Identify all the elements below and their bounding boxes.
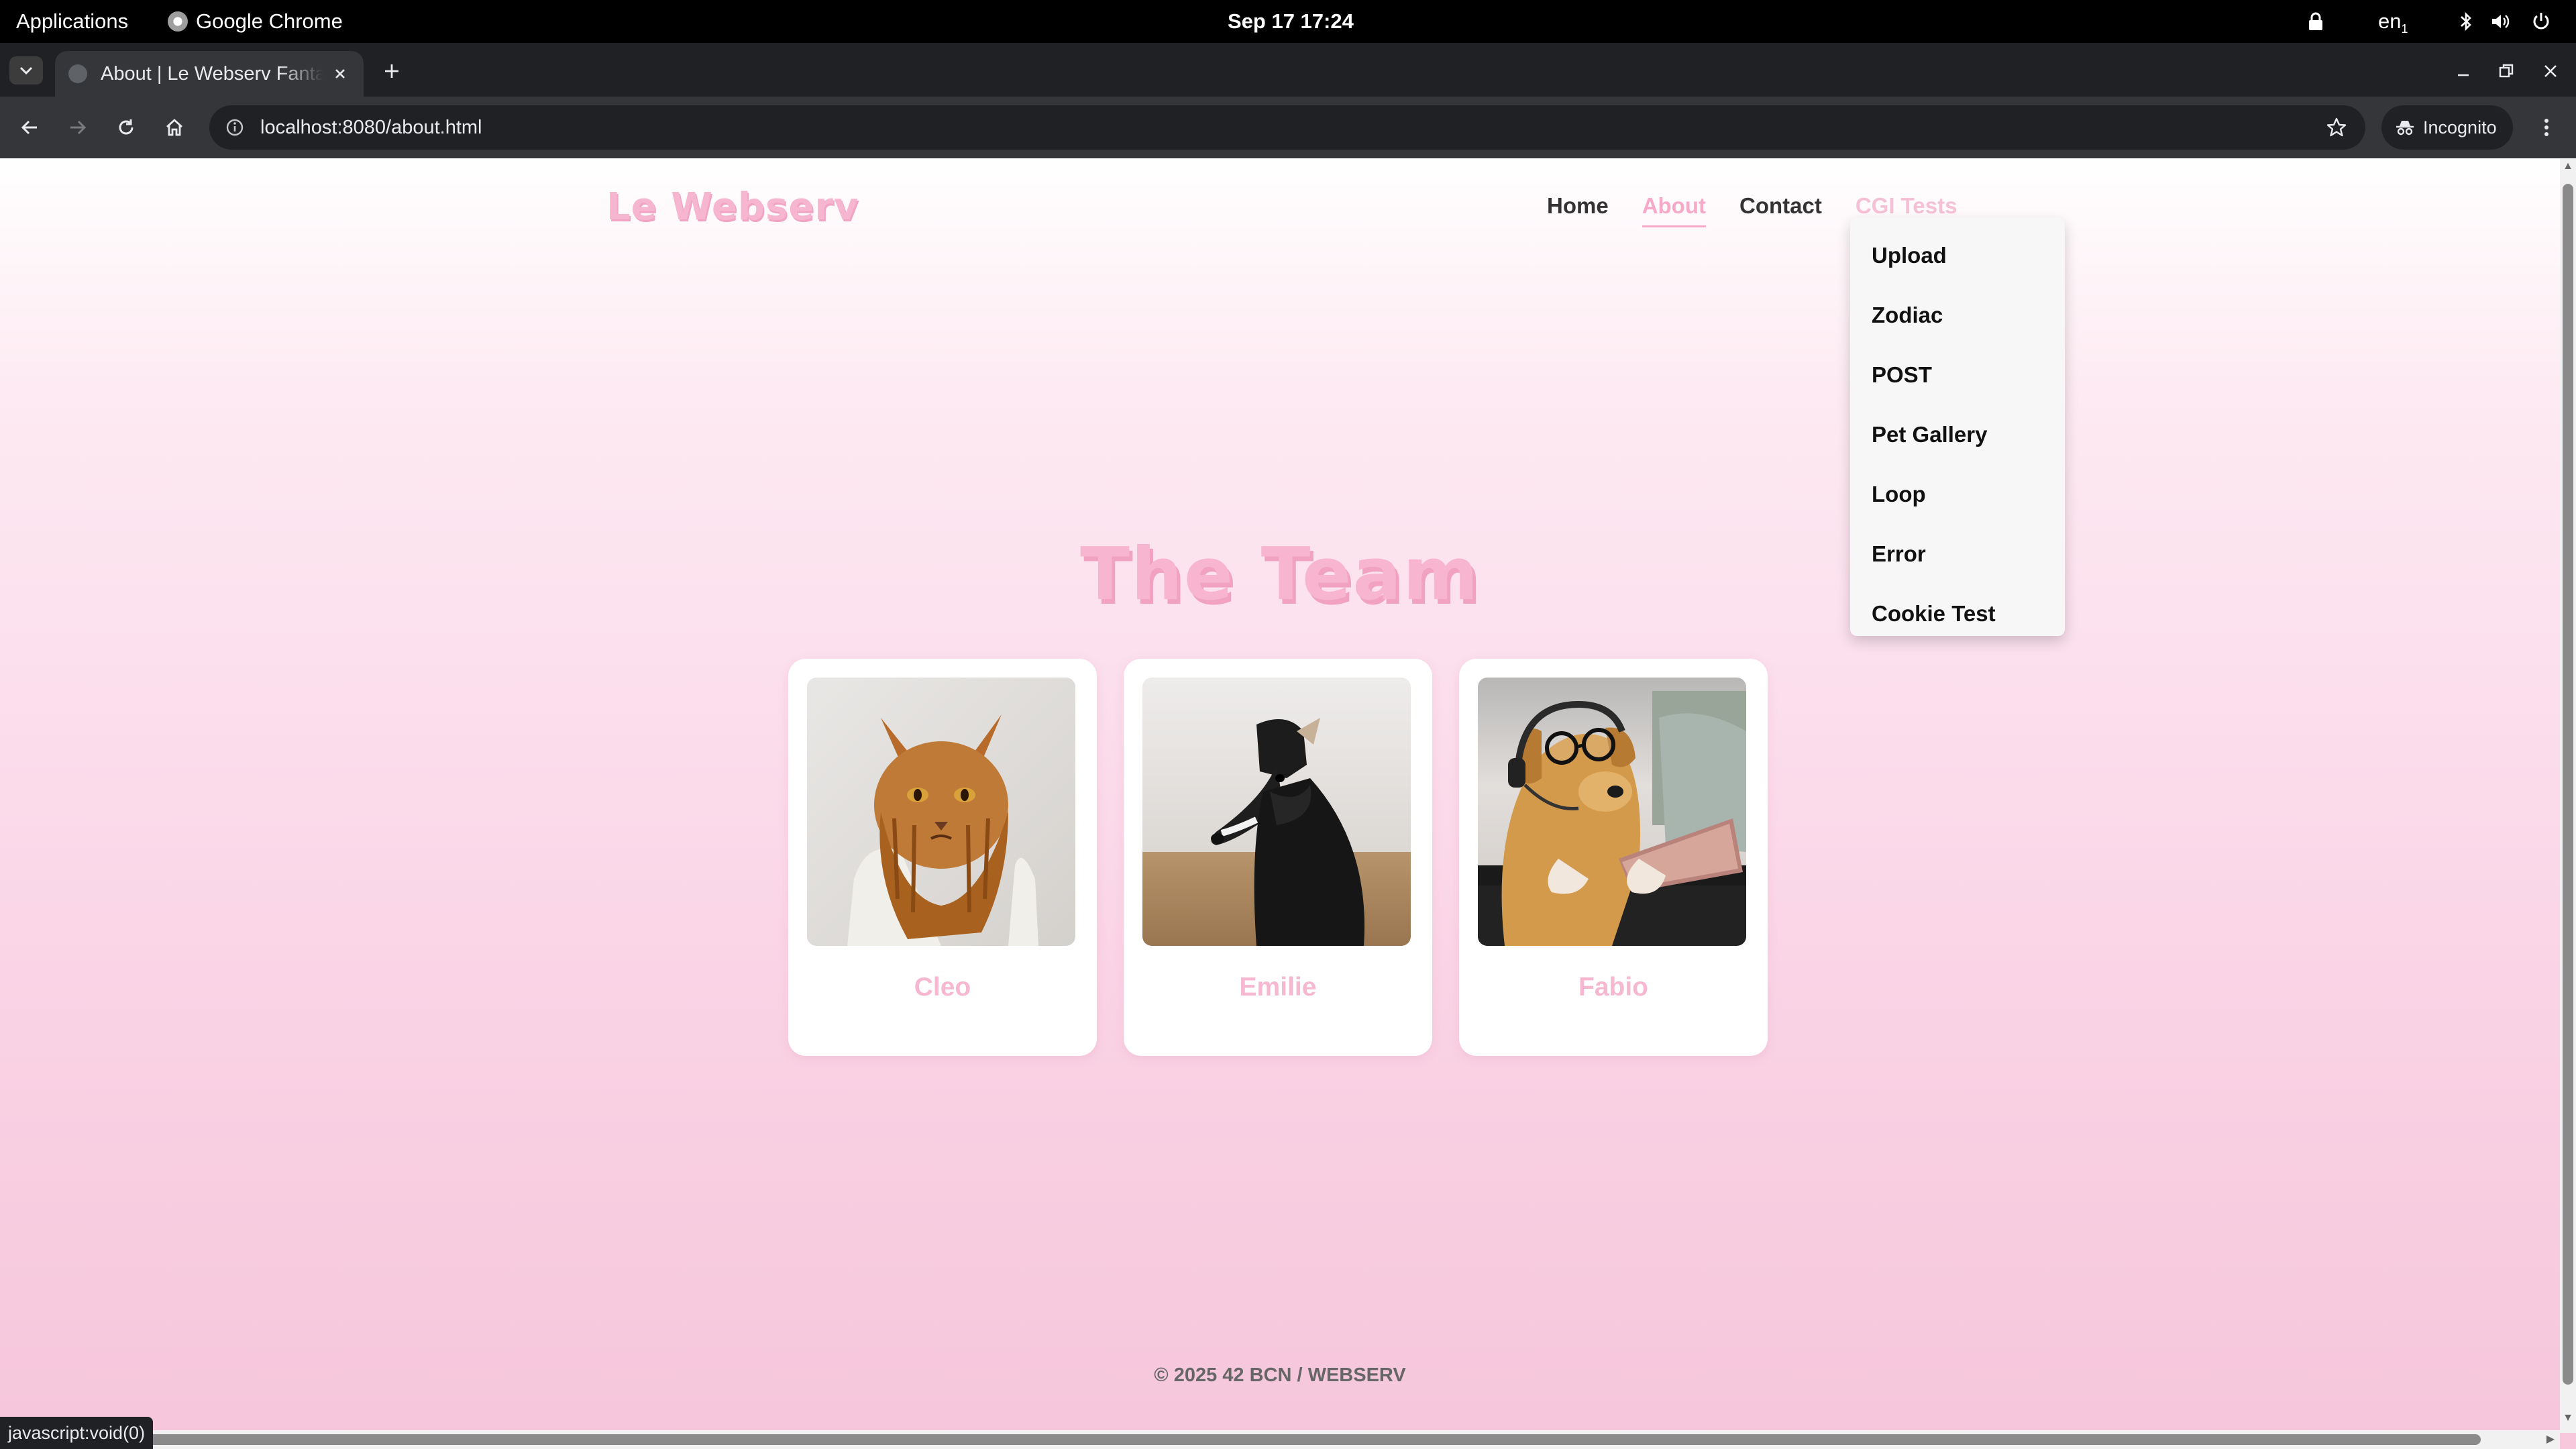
member-name: Cleo xyxy=(914,973,971,1002)
clock[interactable]: Sep 17 17:24 xyxy=(1228,0,1354,43)
new-tab-plus-icon[interactable] xyxy=(380,59,404,83)
restore-icon[interactable] xyxy=(2494,59,2518,83)
member-name: Emilie xyxy=(1239,973,1317,1002)
team-title: The Team xyxy=(1080,533,1480,616)
dropdown-item-post[interactable]: POST xyxy=(1850,345,2065,405)
member-name: Fabio xyxy=(1578,973,1648,1002)
chrome-icon xyxy=(168,11,188,32)
applications-menu[interactable]: Applications xyxy=(16,0,128,43)
chevron-down-icon xyxy=(19,66,33,75)
volume-icon[interactable] xyxy=(2490,11,2512,32)
keyboard-layout-indicator[interactable]: en1 xyxy=(2378,0,2408,43)
lock-icon[interactable] xyxy=(2305,11,2326,32)
site-footer: © 2025 42 BCN / WEBSERV xyxy=(1154,1364,1406,1386)
team-card: Cleo xyxy=(788,659,1097,1056)
incognito-indicator[interactable]: Incognito xyxy=(2381,105,2513,150)
page-viewport: Le Webserv Home About Contact CGI Tests … xyxy=(0,158,2560,1449)
more-menu-icon[interactable] xyxy=(2533,111,2560,144)
team-card: Emilie xyxy=(1124,659,1432,1056)
tab-search-button[interactable] xyxy=(9,56,43,85)
site-info-icon[interactable] xyxy=(224,117,246,138)
nav-contact-link[interactable]: Contact xyxy=(1739,193,1822,227)
scroll-right-arrow-icon[interactable]: ▶ xyxy=(2545,1434,2556,1445)
address-bar[interactable]: localhost:8080/about.html xyxy=(209,105,2365,150)
url-text: localhost:8080/about.html xyxy=(260,116,482,138)
close-tab-icon[interactable] xyxy=(330,64,350,84)
dropdown-item-loop[interactable]: Loop xyxy=(1850,464,2065,524)
language-label: en xyxy=(2378,9,2402,33)
cat-photo xyxy=(807,678,1075,946)
team-cards: Cleo Emilie Fabio xyxy=(788,659,1794,1056)
close-window-icon[interactable] xyxy=(2538,59,2563,83)
nav-about-link[interactable]: About xyxy=(1642,193,1706,227)
vertical-scroll-thumb[interactable] xyxy=(2563,184,2573,1385)
nav-home-link[interactable]: Home xyxy=(1547,193,1609,227)
power-icon[interactable] xyxy=(2530,11,2552,32)
browser-toolbar: localhost:8080/about.html Incognito xyxy=(0,97,2576,158)
scroll-up-arrow-icon[interactable]: ▲ xyxy=(2563,161,2573,172)
dropdown-item-upload[interactable]: Upload xyxy=(1850,225,2065,285)
bluetooth-icon[interactable] xyxy=(2455,11,2477,32)
tab-strip: About | Le Webserv Fantastic xyxy=(0,43,2576,97)
home-icon[interactable] xyxy=(158,111,191,144)
team-card: Fabio xyxy=(1459,659,1768,1056)
bookmark-star-icon[interactable] xyxy=(2325,116,2348,139)
horizontal-scrollbar[interactable]: ▶ xyxy=(0,1430,2560,1449)
forward-arrow-icon[interactable] xyxy=(62,111,94,144)
active-app-indicator[interactable]: Google Chrome xyxy=(168,0,343,43)
active-app-name: Google Chrome xyxy=(196,9,343,33)
incognito-label: Incognito xyxy=(2423,117,2497,138)
minimize-icon[interactable] xyxy=(2451,59,2475,83)
tab-title: About | Le Webserv Fantastic xyxy=(101,62,323,85)
site-logo[interactable]: Le Webserv xyxy=(606,185,859,229)
incognito-icon xyxy=(2396,121,2414,136)
dropdown-item-pet-gallery[interactable]: Pet Gallery xyxy=(1850,405,2065,464)
dog-photo xyxy=(1478,678,1746,946)
system-top-bar: Applications Google Chrome Sep 17 17:24 … xyxy=(0,0,2576,43)
scroll-down-arrow-icon[interactable]: ▼ xyxy=(2563,1413,2573,1424)
reload-icon[interactable] xyxy=(110,111,142,144)
tab-about[interactable]: About | Le Webserv Fantastic xyxy=(55,51,364,97)
horizontal-scroll-thumb[interactable] xyxy=(20,1434,2481,1445)
dog-photo xyxy=(1142,678,1411,946)
back-arrow-icon[interactable] xyxy=(13,111,46,144)
dropdown-item-zodiac[interactable]: Zodiac xyxy=(1850,285,2065,345)
status-bubble: javascript:void(0) xyxy=(0,1417,154,1449)
vertical-scrollbar[interactable]: ▲ ▼ xyxy=(2560,158,2576,1433)
globe-icon xyxy=(68,64,87,83)
